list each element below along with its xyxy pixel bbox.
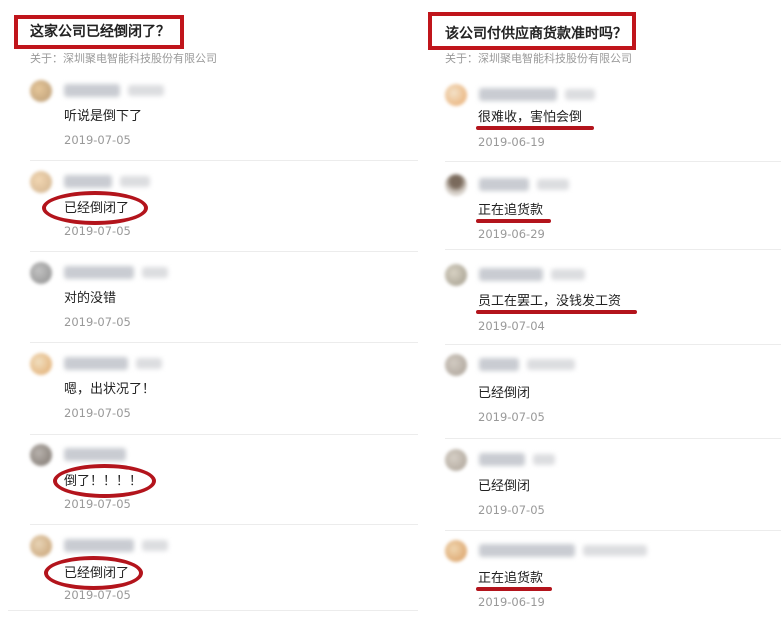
blurred-username-extra [551, 269, 585, 280]
left-question-title[interactable]: 这家公司已经倒闭了？ [30, 22, 170, 42]
answer-date: 2019-06-19 [478, 595, 545, 609]
blurred-username [64, 357, 128, 370]
highlight-underline [476, 126, 594, 130]
avatar [30, 262, 52, 284]
avatar [445, 174, 467, 196]
avatar [30, 353, 52, 375]
blurred-username-extra [142, 267, 168, 278]
blurred-username-extra [533, 454, 555, 465]
right-answer-6: 正在追货款 2019-06-19 [445, 534, 781, 624]
avatar [445, 354, 467, 376]
blurred-username-extra [537, 179, 569, 190]
blurred-username [64, 84, 120, 97]
blurred-username [479, 268, 543, 281]
blurred-username [479, 358, 519, 371]
answer-date: 2019-06-19 [478, 135, 545, 149]
answer-text: 很难收，害怕会倒 [478, 110, 583, 125]
avatar [30, 444, 52, 466]
blurred-username-extra [120, 176, 150, 187]
answer-date: 2019-07-05 [64, 315, 131, 329]
answer-text: 嗯，出状况了！ [64, 382, 156, 397]
blurred-username-extra [142, 540, 168, 551]
avatar [30, 535, 52, 557]
blurred-username [479, 453, 525, 466]
avatar [445, 449, 467, 471]
answer-text: 对的没错 [64, 291, 117, 306]
divider [445, 161, 781, 162]
answer-date: 2019-06-29 [478, 227, 545, 241]
blurred-username [64, 448, 126, 461]
right-answer-4: 已经倒闭 2019-07-05 [445, 348, 781, 438]
divider [30, 434, 418, 435]
left-answer-3: 对的没错 2019-07-05 [30, 256, 418, 346]
blurred-username-extra [583, 545, 647, 556]
highlight-oval [53, 464, 156, 498]
left-answer-4: 嗯，出状况了！ 2019-07-05 [30, 347, 418, 437]
blurred-username [479, 88, 557, 101]
divider [30, 524, 418, 525]
divider [30, 251, 418, 252]
highlight-underline [476, 310, 637, 314]
divider [30, 160, 418, 161]
right-about-company[interactable]: 关于：深圳聚电智能科技股份有限公司 [445, 52, 632, 66]
answer-text: 员工在罢工，没钱发工资 [478, 294, 622, 309]
answer-date: 2019-07-05 [64, 588, 131, 602]
blurred-username [479, 544, 575, 557]
highlight-oval [42, 191, 148, 225]
divider [445, 530, 781, 531]
answer-date: 2019-07-05 [64, 406, 131, 420]
avatar [445, 264, 467, 286]
avatar [30, 80, 52, 102]
answer-text: 已经倒闭 [478, 479, 531, 494]
divider [30, 342, 418, 343]
divider [445, 249, 781, 250]
answer-date: 2019-07-05 [478, 410, 545, 424]
answer-text: 听说是倒下了 [64, 109, 143, 124]
right-answer-3: 员工在罢工，没钱发工资 2019-07-04 [445, 258, 781, 348]
avatar [445, 540, 467, 562]
right-answer-5: 已经倒闭 2019-07-05 [445, 443, 781, 533]
right-answer-2: 正在追货款 2019-06-29 [445, 168, 781, 258]
answer-date: 2019-07-05 [478, 503, 545, 517]
blurred-username [479, 178, 529, 191]
right-question-title[interactable]: 该公司付供应商货款准时吗？ [445, 24, 627, 44]
highlight-underline [476, 587, 552, 591]
answer-date: 2019-07-05 [64, 133, 131, 147]
answer-date: 2019-07-04 [478, 319, 545, 333]
blurred-username [64, 175, 112, 188]
highlight-oval [44, 556, 143, 590]
divider [445, 438, 781, 439]
answer-text: 已经倒闭 [478, 386, 531, 401]
left-about-company[interactable]: 关于：深圳聚电智能科技股份有限公司 [30, 52, 217, 66]
avatar [30, 171, 52, 193]
answer-text: 正在追货款 [478, 203, 544, 218]
answer-text: 正在追货款 [478, 571, 544, 586]
blurred-username-extra [565, 89, 595, 100]
answer-date: 2019-07-05 [64, 224, 131, 238]
highlight-underline [476, 219, 551, 223]
blurred-username [64, 539, 134, 552]
divider [445, 344, 781, 345]
avatar [445, 84, 467, 106]
blurred-username [64, 266, 134, 279]
left-answer-1: 听说是倒下了 2019-07-05 [30, 74, 418, 164]
divider [8, 610, 418, 611]
blurred-username-extra [136, 358, 162, 369]
right-answer-1: 很难收，害怕会倒 2019-06-19 [445, 78, 781, 168]
blurred-username-extra [527, 359, 575, 370]
answer-date: 2019-07-05 [64, 497, 131, 511]
blurred-username-extra [128, 85, 164, 96]
